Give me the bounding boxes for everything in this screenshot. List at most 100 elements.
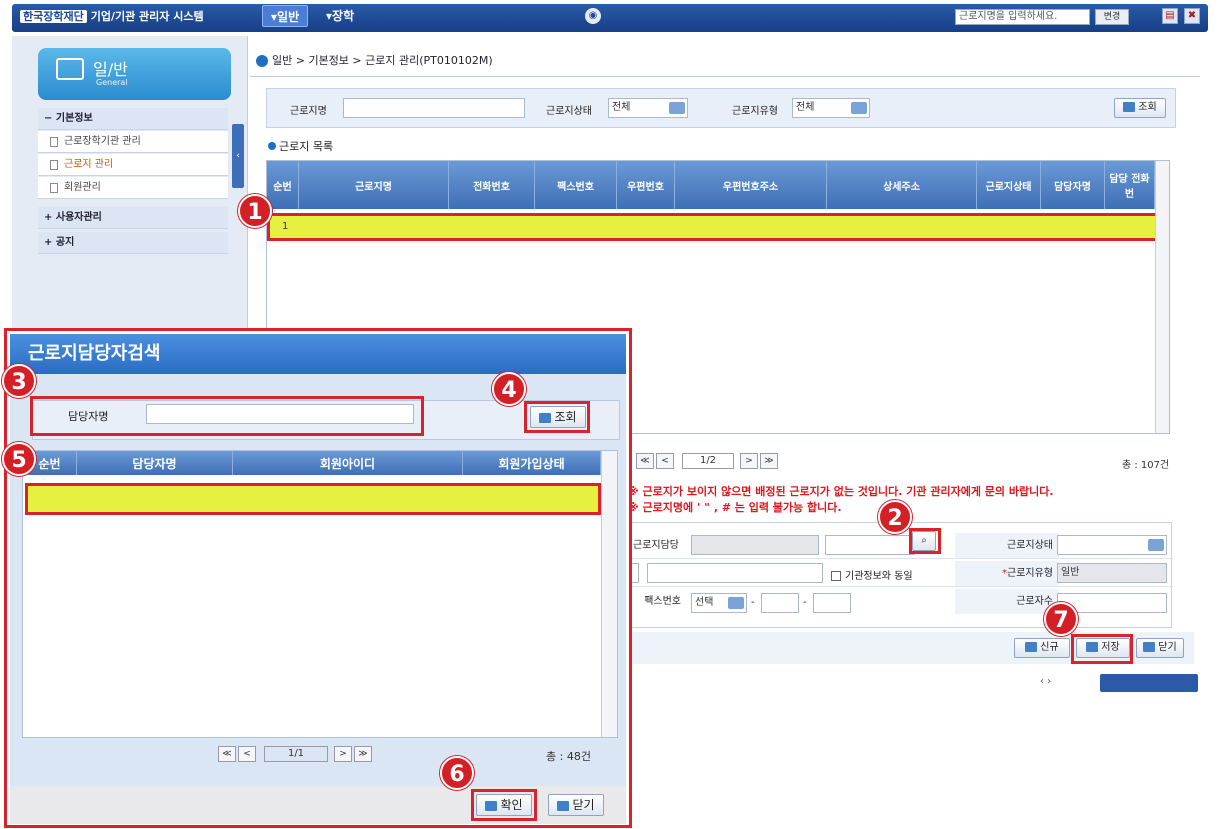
home-icon[interactable]: ◉ [585, 8, 601, 24]
type-select[interactable]: 전체 [792, 98, 870, 118]
search-button-label: 조회 [1138, 102, 1157, 113]
document-icon [50, 160, 58, 170]
status-form-select[interactable] [1057, 535, 1167, 555]
form-row: 근로지담당자 근로지상태 [625, 533, 1173, 576]
table-row[interactable] [25, 483, 601, 515]
fax-last-input[interactable] [813, 593, 851, 613]
type-form-value: 일반 [1061, 567, 1080, 578]
sidebar-item-users[interactable]: + 사용자관리 [38, 207, 228, 229]
col-header[interactable]: 담당자명 [77, 451, 233, 475]
sidebar-item-notice[interactable]: + 공지 [38, 232, 228, 254]
sidebar-item-label: 근로장학기관 관리 [64, 136, 141, 147]
dialog-grid-scrollbar[interactable] [601, 451, 617, 737]
col-header[interactable]: 우편번호주소 [675, 161, 827, 209]
list-title-text: 근로지 목록 [279, 140, 334, 153]
next-page-button[interactable]: > [334, 746, 352, 762]
same-as-institution-checkbox[interactable]: 기관정보와 동일 [831, 567, 913, 582]
grid-header: 순번 근로지명 전화번호 팩스번호 우편번호 우편번호주소 상세주소 근로지상태… [267, 161, 1155, 209]
print-icon[interactable]: ▤ [1162, 8, 1178, 24]
callout-marker-6: 6 [440, 756, 474, 790]
new-button[interactable]: 신규 [1014, 638, 1070, 658]
next-page-button[interactable]: > [740, 453, 758, 469]
manager-name-input[interactable] [825, 535, 915, 555]
expand-icon: + [44, 237, 53, 248]
manager-name-search-input[interactable] [146, 404, 414, 424]
workplace-name-input[interactable] [343, 98, 525, 118]
col-header[interactable]: 근로지상태 [977, 161, 1041, 209]
type-select-value: 전체 [796, 102, 815, 113]
first-page-button[interactable]: ≪ [218, 746, 236, 762]
form-row: 팩스번호 선택 - - 근로자수 [625, 589, 1173, 615]
logout-icon[interactable]: ✖ [1184, 8, 1200, 24]
sidebar-item-institution[interactable]: 근로장학기관 관리 [38, 131, 228, 153]
general-section-header: 일/반 General [38, 48, 231, 100]
col-header[interactable]: 담당 전화번 [1105, 161, 1155, 209]
sidebar-collapse-button[interactable]: ‹ [232, 124, 244, 188]
new-icon [1025, 642, 1038, 652]
detail-form: 근로지담당자 근로지상태 기관정보와 동일 *근로지유형 일반 팩스번호 선택 … [624, 522, 1173, 628]
general-subtitle: General [96, 78, 128, 87]
menu-scholarship[interactable]: ▾장학 [318, 5, 362, 27]
callout-marker-1: 1 [238, 194, 272, 228]
callout-box-4 [524, 401, 590, 433]
sidebar-item-label: 기본정보 [55, 113, 93, 124]
prev-page-button[interactable]: < [238, 746, 256, 762]
document-icon [50, 183, 58, 193]
status-label: 근로지상태 [546, 106, 592, 117]
manager-name-label: 담당자명 [68, 410, 109, 423]
status-form-label: 근로지상태 [955, 533, 1059, 558]
col-header[interactable]: 순번 [267, 161, 299, 209]
top-search-button[interactable]: 변경 [1095, 9, 1129, 25]
sidebar-item-label: 회원관리 [64, 182, 101, 193]
close-icon [557, 800, 570, 811]
divider [250, 76, 1200, 77]
search-button[interactable]: 조회 [1114, 98, 1166, 118]
breadcrumb: 일반 > 기본정보 > 근로지 관리(PT010102M) [256, 52, 493, 68]
menu-general[interactable]: ▾일반 [262, 5, 309, 27]
callout-box-6 [471, 789, 537, 821]
col-header[interactable]: 팩스번호 [535, 161, 617, 209]
sidebar-item-label: 공지 [55, 237, 75, 248]
status-select[interactable]: 전체 [608, 98, 688, 118]
dialog-body: 담당자명 조회 순번 담당자명 회원아이디 회원가입상태 ≪ <1/1 > ≫ 총 :… [10, 374, 626, 822]
col-header[interactable]: 회원가입상태 [463, 451, 601, 475]
page-indicator[interactable]: 1/1 [264, 746, 328, 762]
manager-grid: 순번 담당자명 회원아이디 회원가입상태 [22, 450, 618, 738]
worker-count-label: 근로자수 [955, 589, 1059, 614]
callout-marker-5: 5 [2, 442, 36, 476]
foundation-logo: 한국장학재단 [20, 10, 87, 23]
col-header[interactable]: 근로지명 [299, 161, 449, 209]
sidebar-item-workplace[interactable]: 근로지 관리 [38, 154, 228, 176]
h-scroll-arrows[interactable]: ‹ › [1040, 676, 1051, 687]
dialog-close-button[interactable]: 닫기 [548, 794, 604, 816]
grid-scrollbar[interactable] [1155, 161, 1169, 433]
warning-text: ※ 근로지명에 ' " ‚ # 는 입력 불가능 합니다. [628, 501, 842, 514]
sidebar-item-basic-info[interactable]: − 기본정보 [38, 108, 228, 130]
dialog-title: 근로지담당자검색 [10, 334, 626, 374]
footer-logo [1100, 674, 1198, 692]
col-header[interactable]: 전화번호 [449, 161, 535, 209]
fax-prefix-select[interactable]: 선택 [691, 593, 747, 613]
callout-marker-4: 4 [492, 372, 526, 406]
top-search-input[interactable]: 근로지명을 입력하세요. [955, 9, 1090, 25]
col-header[interactable]: 담당자명 [1041, 161, 1105, 209]
col-header[interactable]: 회원아이디 [233, 451, 463, 475]
type-form-label: *근로지유형 [955, 561, 1059, 586]
col-header[interactable]: 상세주소 [827, 161, 977, 209]
close-button[interactable]: 닫기 [1136, 638, 1184, 658]
page-indicator[interactable]: 1/2 [682, 453, 734, 469]
col-header[interactable]: 우편번호 [617, 161, 675, 209]
prev-page-button[interactable]: < [656, 453, 674, 469]
last-page-button[interactable]: ≫ [354, 746, 372, 762]
dialog-pager: ≪ <1/1 > ≫ 총 : 48건 [22, 740, 618, 770]
first-page-button[interactable]: ≪ [636, 453, 654, 469]
last-page-button[interactable]: ≫ [760, 453, 778, 469]
sidebar-item-members[interactable]: 회원관리 [38, 177, 228, 199]
table-row[interactable]: 1 [267, 213, 1169, 241]
app-logo[interactable]: 한국장학재단 기업/기관 관리자 시스템 [20, 8, 204, 24]
address-input[interactable] [647, 563, 823, 583]
chevron-down-icon [851, 102, 867, 114]
dialog-grid-header: 순번 담당자명 회원아이디 회원가입상태 [23, 451, 601, 475]
fax-middle-input[interactable] [761, 593, 799, 613]
callout-box-2 [909, 528, 941, 554]
